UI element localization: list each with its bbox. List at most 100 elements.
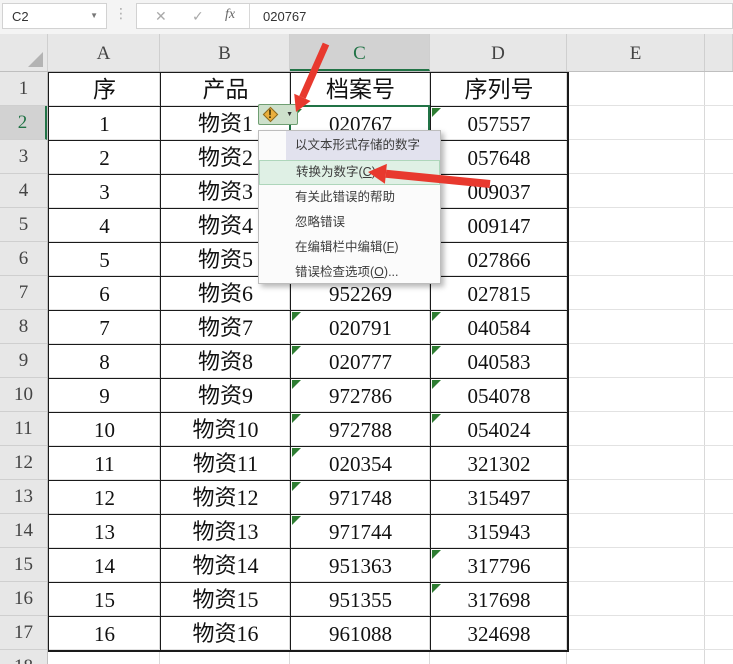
cell-A4[interactable]: 3 [49,175,161,209]
column-header-C[interactable]: C [290,34,430,71]
cell-A16[interactable]: 15 [49,583,161,617]
cell-B12[interactable]: 物资11 [161,447,291,481]
cell-A7[interactable]: 6 [49,277,161,311]
cell-D8[interactable]: 040584 [431,311,568,345]
cell-D7[interactable]: 027815 [431,277,568,311]
cancel-icon[interactable]: ✕ [155,8,167,25]
cell-C14[interactable]: 971744 [291,515,431,549]
cell-D1[interactable]: 序列号 [431,73,568,107]
menu-item-convert-to-number[interactable]: 转换为数字(C) [259,160,440,185]
cell-A14[interactable]: 13 [49,515,161,549]
insert-function-icon[interactable]: fx [225,7,235,23]
cell-B14[interactable]: 物资13 [161,515,291,549]
cell-D17[interactable]: 324698 [431,617,568,651]
cell-A15[interactable]: 14 [49,549,161,583]
cell-A3[interactable]: 2 [49,141,161,175]
cell-C9[interactable]: 020777 [291,345,431,379]
cell-D9[interactable]: 040583 [431,345,568,379]
row-header-13[interactable]: 13 [0,480,47,514]
row-header-11[interactable]: 11 [0,412,47,446]
row-header-14[interactable]: 14 [0,514,47,548]
menu-item-error-checking-options[interactable]: 错误检查选项(O)... [259,260,440,285]
cell-B16[interactable]: 物资15 [161,583,291,617]
cell-D2[interactable]: 057557 [431,107,568,141]
cell-C10[interactable]: 972786 [291,379,431,413]
cell-A17[interactable]: 16 [49,617,161,651]
enter-icon[interactable]: ✓ [192,8,204,25]
row-header-10[interactable]: 10 [0,378,47,412]
error-dropdown-caret-icon: ▼ [286,111,293,118]
column-header-B[interactable]: B [160,34,290,71]
cell-A12[interactable]: 11 [49,447,161,481]
row-header-18[interactable]: 18 [0,650,47,664]
error-options-button[interactable]: ! ▼ [258,104,298,125]
menu-item-stored-as-text-title: 以文本形式存储的数字 [286,131,440,160]
cell-A2[interactable]: 1 [49,107,161,141]
row-header-5[interactable]: 5 [0,208,47,242]
row-header-4[interactable]: 4 [0,174,47,208]
cell-C15[interactable]: 951363 [291,549,431,583]
name-box-caret-icon[interactable]: ▼ [90,11,98,20]
row-header-8[interactable]: 8 [0,310,47,344]
row-header-1[interactable]: 1 [0,72,47,106]
select-all-button[interactable] [0,34,48,71]
cell-A10[interactable]: 9 [49,379,161,413]
menu-item-ignore-error[interactable]: 忽略错误 [259,210,440,235]
cell-D5[interactable]: 009147 [431,209,568,243]
cell-B8[interactable]: 物资7 [161,311,291,345]
menu-item-help-on-error[interactable]: 有关此错误的帮助 [259,185,440,210]
cell-D4[interactable]: 009037 [431,175,568,209]
cell-C13[interactable]: 971748 [291,481,431,515]
column-header-A[interactable]: A [48,34,160,71]
row-header-6[interactable]: 6 [0,242,47,276]
cell-A13[interactable]: 12 [49,481,161,515]
cell-B10[interactable]: 物资9 [161,379,291,413]
cell-B1[interactable]: 产品 [161,73,291,107]
cell-D12[interactable]: 321302 [431,447,568,481]
cell-B13[interactable]: 物资12 [161,481,291,515]
cell-A1[interactable]: 序 [49,73,161,107]
cell-C17[interactable]: 961088 [291,617,431,651]
row-header-17[interactable]: 17 [0,616,47,650]
row-header-12[interactable]: 12 [0,446,47,480]
stored-as-text-flag-icon [432,550,441,559]
cell-C12[interactable]: 020354 [291,447,431,481]
cell-A6[interactable]: 5 [49,243,161,277]
cell-C11[interactable]: 972788 [291,413,431,447]
column-header-D[interactable]: D [430,34,567,71]
cell-A5[interactable]: 4 [49,209,161,243]
stored-as-text-flag-icon [432,346,441,355]
formula-input[interactable]: 020767 [263,9,306,24]
name-box[interactable]: C2 ▼ [2,3,107,29]
cell-A9[interactable]: 8 [49,345,161,379]
stored-as-text-flag-icon [432,108,441,117]
cell-D13[interactable]: 315497 [431,481,568,515]
row-header-2[interactable]: 2 [0,106,47,140]
name-box-value: C2 [12,9,29,24]
row-header-3[interactable]: 3 [0,140,47,174]
cell-B15[interactable]: 物资14 [161,549,291,583]
cell-C8[interactable]: 020791 [291,311,431,345]
cell-C16[interactable]: 951355 [291,583,431,617]
row-header-15[interactable]: 15 [0,548,47,582]
cell-D3[interactable]: 057648 [431,141,568,175]
cell-B17[interactable]: 物资16 [161,617,291,651]
column-header-E[interactable]: E [567,34,705,71]
cell-D15[interactable]: 317796 [431,549,568,583]
cell-B11[interactable]: 物资10 [161,413,291,447]
cell-B9[interactable]: 物资8 [161,345,291,379]
cell-D14[interactable]: 315943 [431,515,568,549]
cell-D10[interactable]: 054078 [431,379,568,413]
cell-D6[interactable]: 027866 [431,243,568,277]
row-header-16[interactable]: 16 [0,582,47,616]
row-header-7[interactable]: 7 [0,276,47,310]
cell-D11[interactable]: 054024 [431,413,568,447]
menu-item-edit-in-formula-bar[interactable]: 在编辑栏中编辑(F) [259,235,440,260]
cell-D16[interactable]: 317698 [431,583,568,617]
row-header-9[interactable]: 9 [0,344,47,378]
cell-C1[interactable]: 档案号 [291,73,431,107]
select-all-triangle-icon [28,52,43,67]
column-header-partial[interactable] [705,34,733,71]
cell-A8[interactable]: 7 [49,311,161,345]
cell-A11[interactable]: 10 [49,413,161,447]
